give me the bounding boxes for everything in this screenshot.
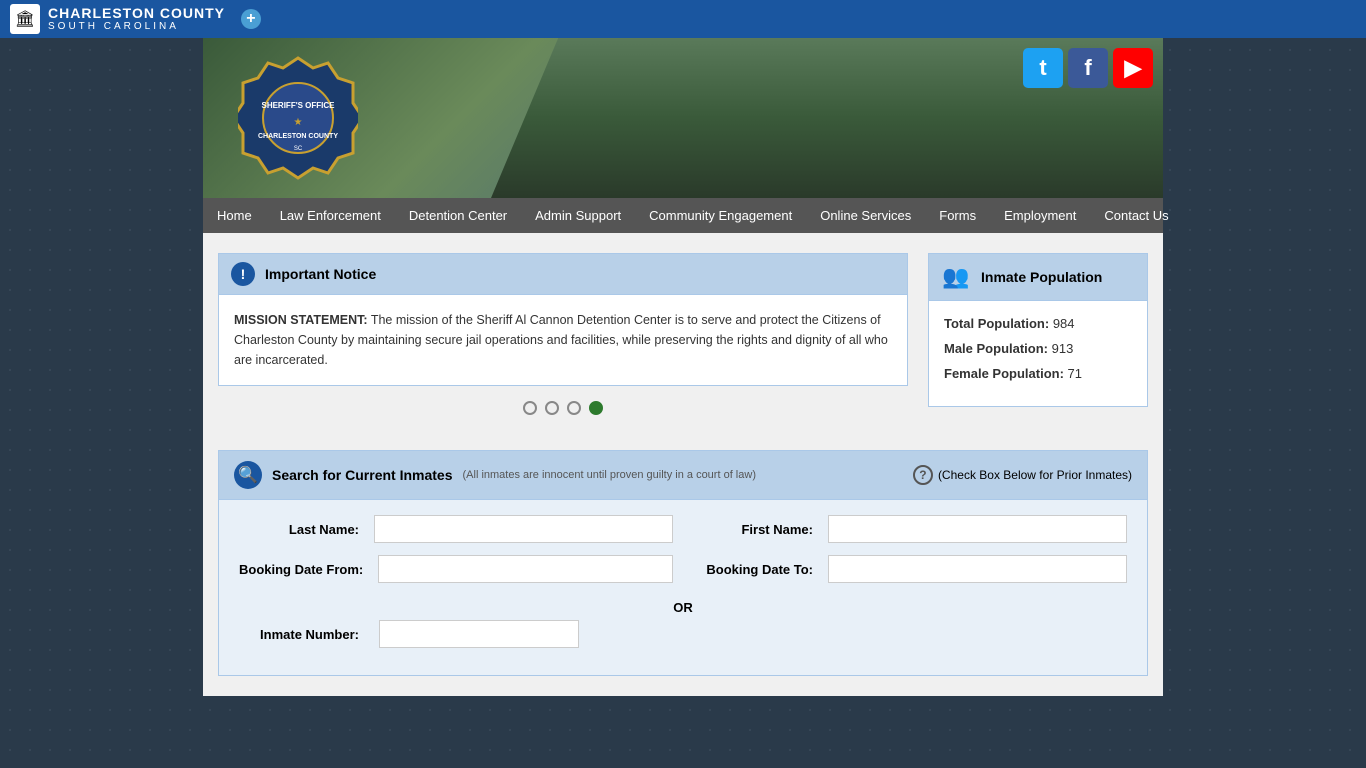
notice-header: ! Important Notice bbox=[219, 254, 907, 295]
booking-from-input[interactable] bbox=[378, 555, 673, 583]
facebook-icon[interactable]: f bbox=[1068, 48, 1108, 88]
dot-3[interactable] bbox=[567, 401, 581, 415]
nav-detention-center[interactable]: Detention Center bbox=[395, 198, 521, 233]
or-divider: OR bbox=[239, 595, 1127, 620]
top-bar: 🏛 CHARLESTON COUNTY SOUTH CAROLINA + bbox=[0, 0, 1366, 38]
nav-employment[interactable]: Employment bbox=[990, 198, 1090, 233]
logo-area: 🏛 CHARLESTON COUNTY SOUTH CAROLINA + bbox=[10, 4, 261, 34]
nav-contact-us[interactable]: Contact Us bbox=[1090, 198, 1182, 233]
social-icons: t f ▶ bbox=[1023, 48, 1153, 88]
dot-2[interactable] bbox=[545, 401, 559, 415]
booking-to-label: Booking Date To: bbox=[693, 562, 813, 577]
search-form: Last Name: First Name: Booking Date From… bbox=[219, 500, 1147, 675]
nav-community-engagement[interactable]: Community Engagement bbox=[635, 198, 806, 233]
svg-text:SC: SC bbox=[294, 146, 303, 152]
inmate-number-input[interactable] bbox=[379, 620, 579, 648]
svg-text:CHARLESTON COUNTY: CHARLESTON COUNTY bbox=[258, 133, 338, 140]
help-icon[interactable]: ? bbox=[913, 465, 933, 485]
notice-title: Important Notice bbox=[265, 266, 376, 282]
twitter-icon[interactable]: t bbox=[1023, 48, 1063, 88]
population-icon: 👥 bbox=[941, 262, 971, 292]
inmate-number-row: Inmate Number: bbox=[239, 620, 1127, 648]
female-label: Female Population: bbox=[944, 366, 1064, 381]
search-box: 🔍 Search for Current Inmates (All inmate… bbox=[218, 450, 1148, 676]
first-name-group: First Name: bbox=[693, 515, 1127, 543]
right-panel: 👥 Inmate Population Total Population: 98… bbox=[928, 253, 1148, 430]
notice-content: MISSION STATEMENT: The mission of the Sh… bbox=[219, 295, 907, 385]
inmate-number-label: Inmate Number: bbox=[239, 627, 359, 642]
pagination-dots bbox=[218, 386, 908, 430]
population-content: Total Population: 984 Male Population: 9… bbox=[929, 301, 1147, 406]
booking-to-group: Booking Date To: bbox=[693, 555, 1127, 583]
search-header-right: ? (Check Box Below for Prior Inmates) bbox=[913, 465, 1132, 485]
last-name-label: Last Name: bbox=[239, 522, 359, 537]
county-logo-icon: 🏛 bbox=[10, 4, 40, 34]
svg-text:★: ★ bbox=[294, 117, 303, 128]
svg-text:SHERIFF'S OFFICE: SHERIFF'S OFFICE bbox=[261, 101, 335, 110]
search-icon: 🔍 bbox=[234, 461, 262, 489]
search-header: 🔍 Search for Current Inmates (All inmate… bbox=[219, 451, 1147, 500]
nav-online-services[interactable]: Online Services bbox=[806, 198, 925, 233]
youtube-icon[interactable]: ▶ bbox=[1113, 48, 1153, 88]
last-name-group: Last Name: bbox=[239, 515, 673, 543]
search-section: 🔍 Search for Current Inmates (All inmate… bbox=[203, 450, 1163, 696]
content-area: ! Important Notice MISSION STATEMENT: Th… bbox=[203, 233, 1163, 450]
notice-icon: ! bbox=[231, 262, 255, 286]
nav-forms[interactable]: Forms bbox=[925, 198, 990, 233]
header-area: SHERIFF'S OFFICE ★ CHARLESTON COUNTY SC … bbox=[203, 38, 1163, 198]
female-value: 71 bbox=[1068, 366, 1082, 381]
county-name: CHARLESTON COUNTY bbox=[48, 5, 225, 22]
left-panel: ! Important Notice MISSION STATEMENT: Th… bbox=[218, 253, 908, 430]
first-name-input[interactable] bbox=[828, 515, 1127, 543]
dot-1[interactable] bbox=[523, 401, 537, 415]
nav-home[interactable]: Home bbox=[203, 198, 266, 233]
total-population-stat: Total Population: 984 bbox=[944, 316, 1132, 331]
search-title: Search for Current Inmates bbox=[272, 467, 453, 483]
population-box: 👥 Inmate Population Total Population: 98… bbox=[928, 253, 1148, 407]
main-wrapper: SHERIFF'S OFFICE ★ CHARLESTON COUNTY SC … bbox=[203, 38, 1163, 696]
logo-text: CHARLESTON COUNTY SOUTH CAROLINA bbox=[48, 5, 225, 34]
prior-inmates-label: (Check Box Below for Prior Inmates) bbox=[938, 468, 1132, 482]
female-population-stat: Female Population: 71 bbox=[944, 366, 1132, 381]
dot-4[interactable] bbox=[589, 401, 603, 415]
total-value: 984 bbox=[1053, 316, 1075, 331]
notice-box: ! Important Notice MISSION STATEMENT: Th… bbox=[218, 253, 908, 386]
total-label: Total Population: bbox=[944, 316, 1049, 331]
booking-from-label: Booking Date From: bbox=[239, 562, 363, 577]
search-subtext: (All inmates are innocent until proven g… bbox=[463, 469, 756, 481]
mission-bold: MISSION STATEMENT: bbox=[234, 313, 368, 327]
population-header: 👥 Inmate Population bbox=[929, 254, 1147, 301]
population-title: Inmate Population bbox=[981, 269, 1102, 285]
male-label: Male Population: bbox=[944, 341, 1048, 356]
nav-bar: Home Law Enforcement Detention Center Ad… bbox=[203, 198, 1163, 233]
name-row: Last Name: First Name: bbox=[239, 515, 1127, 543]
nav-law-enforcement[interactable]: Law Enforcement bbox=[266, 198, 395, 233]
plus-button[interactable]: + bbox=[241, 9, 261, 29]
sheriff-badge: SHERIFF'S OFFICE ★ CHARLESTON COUNTY SC bbox=[233, 48, 363, 188]
state-name: SOUTH CAROLINA bbox=[48, 21, 225, 33]
badge-svg: SHERIFF'S OFFICE ★ CHARLESTON COUNTY SC bbox=[238, 53, 358, 183]
first-name-label: First Name: bbox=[693, 522, 813, 537]
male-value: 913 bbox=[1052, 341, 1074, 356]
booking-from-group: Booking Date From: bbox=[239, 555, 673, 583]
booking-to-input[interactable] bbox=[828, 555, 1127, 583]
search-header-left: 🔍 Search for Current Inmates (All inmate… bbox=[234, 461, 756, 489]
last-name-input[interactable] bbox=[374, 515, 673, 543]
booking-date-row: Booking Date From: Booking Date To: bbox=[239, 555, 1127, 583]
male-population-stat: Male Population: 913 bbox=[944, 341, 1132, 356]
nav-admin-support[interactable]: Admin Support bbox=[521, 198, 635, 233]
